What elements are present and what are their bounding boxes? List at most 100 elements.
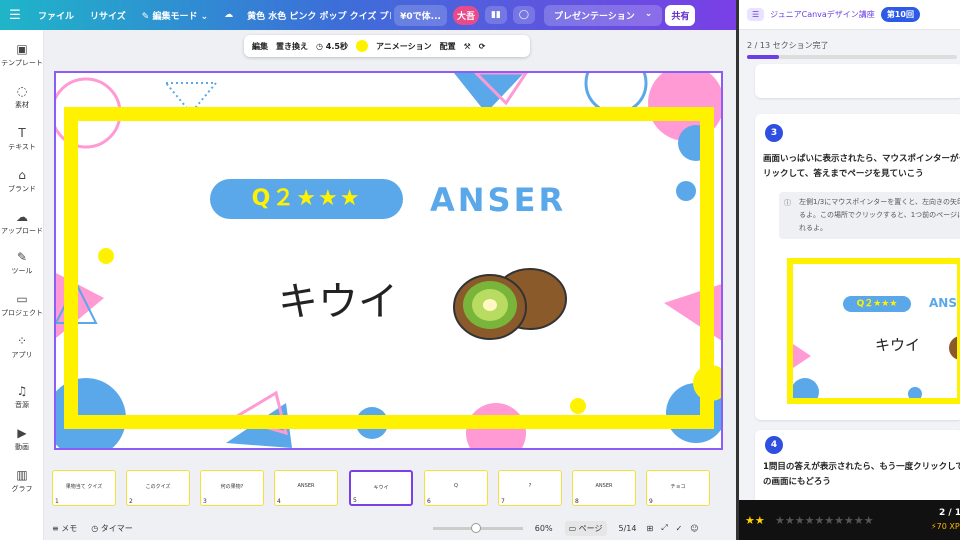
section-progress-bar — [747, 55, 957, 59]
rating-stars: ★★ — [745, 514, 765, 527]
bottom-bar: ≡ メモ ◷ タイマー 60% ▭ ページ 5/14 ⊞ ⤢ ✓ ☺ — [44, 516, 736, 540]
context-toolbar: 編集 置き換え ◷ 4.5秒 アニメーション 配置 ⚒ ⟳ — [244, 35, 530, 57]
zoom-slider-handle[interactable] — [470, 522, 481, 533]
video-icon: ▶ — [17, 426, 27, 440]
page-count: 5/14 — [618, 523, 637, 533]
step-3-hint: ⓘ 左側1/3にマウスポインターを置くと、左向きの矢印なるよ。この場所でクリックす… — [779, 192, 960, 239]
zoom-slider[interactable] — [432, 522, 523, 533]
thumbnail-page-6[interactable]: Q6 — [424, 470, 488, 506]
memo-icon: ≡ — [52, 523, 62, 533]
slide-yellow-frame — [64, 107, 714, 429]
rail-item-elements[interactable]: ◌ 素材 — [0, 84, 44, 110]
clock-icon: ◷ — [316, 41, 326, 51]
paint-roller-icon[interactable]: ⚒ — [464, 42, 471, 51]
comment-icon[interactable]: ◯ — [512, 6, 535, 24]
template-icon: ▣ — [16, 42, 28, 56]
rail-item-projects[interactable]: ▭ プロジェクト — [0, 292, 44, 318]
step-3-card: 3 画面いっぱいに表示されたら、マウスポインターがクリックして、答えまでページを… — [755, 114, 960, 420]
cloud-save-icon[interactable]: ☁ — [216, 10, 241, 20]
check-icon[interactable]: ✓ — [676, 524, 683, 533]
slide-canvas[interactable]: Q２★★★ ANSER キウイ — [54, 71, 723, 450]
menu-icon[interactable]: ☰ — [0, 8, 30, 23]
course-title: ジュニアCanvaデザイン講座 — [770, 10, 875, 19]
thumbnail-page-1[interactable]: 果物当て クイズ 1 — [52, 470, 116, 506]
rating-stars-empty: ★★★★★★★★★★ — [775, 514, 874, 527]
thumbnail-page-2[interactable]: このクイズ 2 — [126, 470, 190, 506]
resize-menu[interactable]: リサイズ — [82, 9, 134, 22]
trial-button[interactable]: ¥0で体... — [394, 4, 447, 26]
music-icon: ♫ — [16, 384, 28, 398]
grid-view-icon[interactable]: ⊞ — [646, 524, 653, 533]
xp-points: ⚡70 XP — [931, 522, 960, 531]
document-title[interactable]: 黄色 水色 ピンク ポップ クイズ プレゼ... — [241, 9, 391, 22]
preview-decorations — [793, 336, 957, 398]
answer-text[interactable]: キウイ — [278, 269, 398, 327]
kiwi-illustration[interactable] — [450, 257, 570, 347]
duration-button[interactable]: ◷ 4.5秒 — [316, 41, 348, 52]
rail-item-uploads[interactable]: ☁ アップロード — [0, 210, 44, 236]
position-button[interactable]: 配置 — [440, 41, 456, 52]
apps-icon: ⁘ — [16, 334, 28, 348]
step-4-text: 1問目の答えが表示されたら、もう一度クリックして元の画面にもどろう — [763, 462, 960, 487]
step-4-card: 4 1問目の答えが表示されたら、もう一度クリックして元の画面にもどろう — [755, 430, 960, 510]
timer-button[interactable]: ◷ タイマー — [91, 523, 133, 534]
thumbnail-page-3[interactable]: 何の果物? 3 — [200, 470, 264, 506]
memo-button[interactable]: ≡ メモ — [52, 523, 77, 534]
replace-button[interactable]: 置き換え — [276, 41, 308, 52]
rail-item-templates[interactable]: ▣ テンプレート — [0, 42, 44, 68]
panel-menu-icon[interactable]: ☰ — [747, 8, 765, 21]
lesson-panel: ☰ ジュニアCanvaデザイン講座 第10回 2 / 13 セクション完了 3 … — [736, 0, 960, 540]
page-icon: ▭ — [568, 523, 579, 533]
rail-item-audio[interactable]: ♫ 音源 — [0, 384, 44, 410]
anser-heading[interactable]: ANSER — [430, 181, 566, 219]
upload-icon: ☁ — [16, 210, 28, 224]
shapes-icon: ◌ — [16, 84, 28, 98]
share-button[interactable]: 共有 — [665, 4, 696, 26]
link-icon[interactable]: ⟳ — [479, 42, 486, 51]
chevron-down-icon: ⌄ — [644, 8, 653, 19]
thumbnail-page-7[interactable]: ? 7 — [498, 470, 562, 506]
thumbnail-page-8[interactable]: ANSER 8 — [572, 470, 636, 506]
edit-button[interactable]: 編集 — [252, 41, 268, 52]
chart-icon: ▥ — [16, 468, 28, 482]
robot-icon[interactable]: ☺ — [690, 524, 698, 533]
rail-item-tools[interactable]: ✎ ツール — [0, 250, 44, 276]
pencil-icon: ✎ — [141, 11, 153, 22]
timer-icon: ◷ — [91, 523, 101, 533]
question-badge[interactable]: Q２★★★ — [210, 179, 403, 219]
step-3-number: 3 — [765, 124, 783, 142]
top-bar: ☰ ファイル リサイズ ✎ 編集モード ⌄ ☁ 黄色 水色 ピンク ポップ クイ… — [0, 0, 736, 30]
color-swatch[interactable] — [355, 40, 368, 52]
zoom-level[interactable]: 60% — [535, 524, 553, 533]
folder-icon: ▭ — [16, 292, 28, 306]
fullscreen-icon[interactable]: ⤢ — [661, 523, 667, 533]
animation-button[interactable]: アニメーション — [376, 41, 432, 52]
brand-icon: ⌂ — [18, 168, 26, 182]
rail-item-text[interactable]: T テキスト — [0, 126, 44, 152]
left-rail: ▣ テンプレート ◌ 素材 T テキスト ⌂ ブランド ☁ アップロード ✎ ツール ▭ プロ… — [0, 30, 44, 540]
thumbnail-page-4[interactable]: ANSER 4 — [274, 470, 338, 506]
canva-editor: ☰ ファイル リサイズ ✎ 編集モード ⌄ ☁ 黄色 水色 ピンク ポップ クイ… — [0, 0, 960, 540]
step-3-text: 画面いっぱいに表示されたら、マウスポインターがクリックして、答えまでページを見て… — [763, 154, 960, 179]
step-4-number: 4 — [765, 436, 783, 454]
text-icon: T — [18, 126, 26, 140]
step-3-slide-preview: Q２★★★ ANS キウイ — [787, 258, 960, 404]
xp-page: 2 / 1 — [939, 508, 960, 518]
section-progress-text: 2 / 13 セクション完了 — [747, 41, 829, 50]
rail-item-apps[interactable]: ⁘ アプリ — [0, 334, 44, 360]
rail-item-brand[interactable]: ⌂ ブランド — [0, 168, 44, 194]
present-button[interactable]: プレゼンテーション ⌄ — [543, 4, 663, 26]
xp-footer: ★★ ★★★★★★★★★★ 2 / 1 ⚡70 XP — [739, 500, 960, 540]
edit-mode-menu[interactable]: ✎ 編集モード ⌄ — [134, 9, 216, 22]
thumbnail-page-5[interactable]: キウイ 5 — [349, 470, 413, 506]
rail-item-chart[interactable]: ▥ グラフ — [0, 468, 44, 494]
page-view-button[interactable]: ▭ ページ — [564, 520, 607, 536]
info-icon: ⓘ — [784, 199, 791, 207]
avatar[interactable]: 大吾 — [452, 5, 479, 25]
rail-item-video[interactable]: ▶ 動画 — [0, 426, 44, 452]
insights-icon[interactable]: ▮▮ — [484, 6, 507, 24]
panel-header: ☰ ジュニアCanvaデザイン講座 第10回 — [739, 0, 960, 30]
thumbnail-page-9[interactable]: チョコ 9 — [646, 470, 710, 506]
file-menu[interactable]: ファイル — [30, 9, 82, 22]
pen-icon: ✎ — [16, 250, 28, 264]
